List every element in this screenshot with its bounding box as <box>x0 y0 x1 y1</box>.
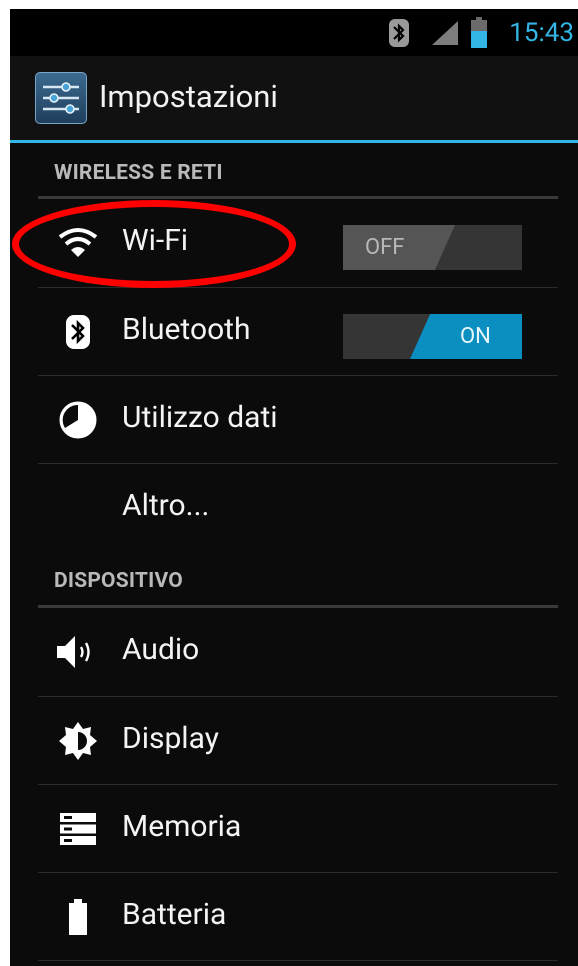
wifi-toggle[interactable]: OFF <box>343 225 522 270</box>
status-bar: 15:43 <box>10 9 578 56</box>
bluetooth-icon <box>50 310 106 354</box>
action-bar: Impostazioni <box>10 56 578 142</box>
settings-item-display[interactable]: Display <box>10 697 578 784</box>
battery-icon <box>50 895 106 939</box>
page-title: Impostazioni <box>99 78 278 115</box>
settings-item-label: Display <box>122 721 219 756</box>
settings-item-audio[interactable]: Audio <box>10 608 578 695</box>
settings-item-label: Batteria <box>122 897 227 932</box>
storage-icon <box>50 807 106 851</box>
settings-item-more[interactable]: Altro... <box>10 464 578 551</box>
settings-item-label: Altro... <box>122 488 210 523</box>
settings-item-label: Memoria <box>122 809 242 844</box>
data-usage-icon <box>50 398 106 442</box>
settings-item-label: Bluetooth <box>122 312 251 347</box>
action-bar-accent-line <box>10 140 578 143</box>
section-header-device: DISPOSITIVO <box>54 569 183 593</box>
bluetooth-toggle[interactable]: ON <box>343 314 522 359</box>
row-divider <box>38 960 558 961</box>
settings-item-bluetooth[interactable]: Bluetooth ON <box>10 288 578 375</box>
status-clock: 15:43 <box>509 17 574 48</box>
battery-icon <box>470 9 488 56</box>
brightness-icon <box>50 719 106 763</box>
settings-item-storage[interactable]: Memoria <box>10 785 578 872</box>
toggle-state-label: ON <box>460 324 491 349</box>
speaker-icon <box>50 630 106 674</box>
settings-item-label: Audio <box>122 632 200 667</box>
annotation-ellipse <box>12 200 296 288</box>
signal-icon <box>430 9 460 56</box>
settings-item-data-usage[interactable]: Utilizzo dati <box>10 376 578 463</box>
settings-item-battery[interactable]: Batteria <box>10 873 578 960</box>
bluetooth-icon <box>388 9 410 56</box>
toggle-state-label: OFF <box>365 235 405 260</box>
section-header-wireless: WIRELESS E RETI <box>54 161 223 185</box>
settings-sliders-icon[interactable] <box>35 72 87 124</box>
settings-item-label: Utilizzo dati <box>122 400 278 435</box>
settings-screen: 15:43 Impostazioni WIRELESS E RETI Wi-Fi… <box>10 9 578 966</box>
